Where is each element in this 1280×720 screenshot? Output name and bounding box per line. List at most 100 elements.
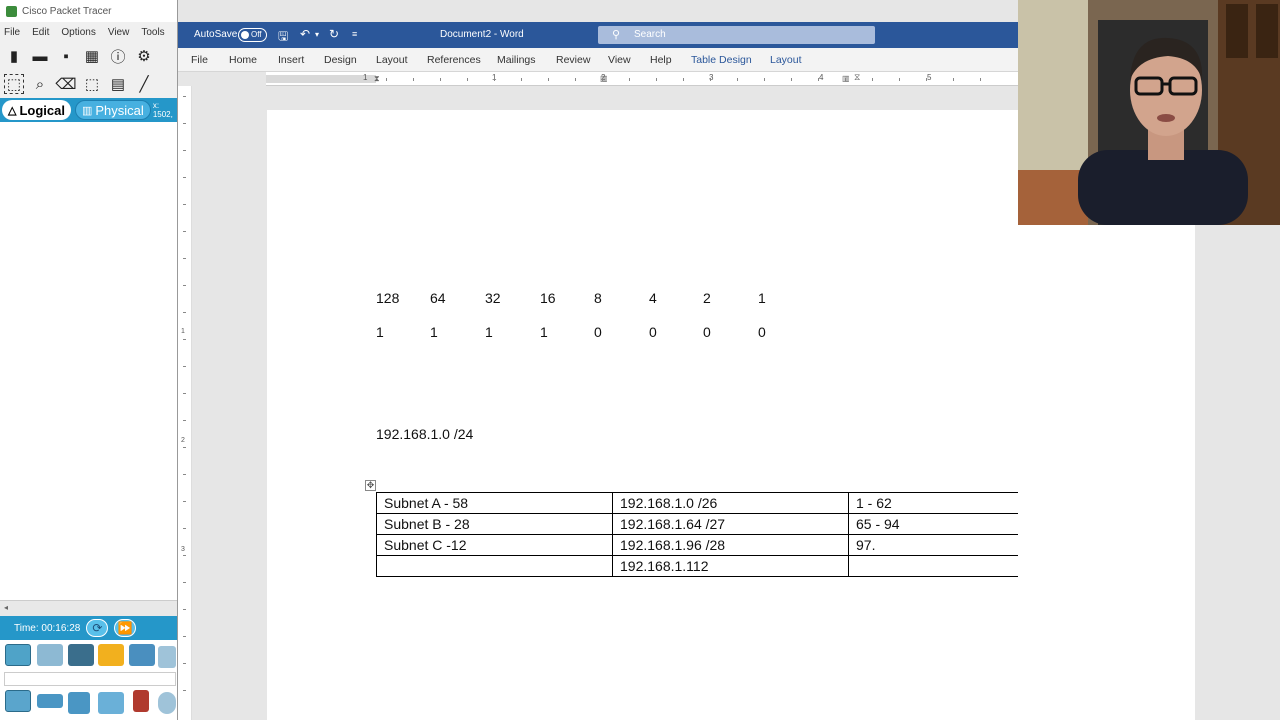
ruler-tick [183, 258, 186, 259]
network-wizard-icon[interactable]: ⚙ [134, 46, 154, 66]
draw-line-icon[interactable]: ╱ [134, 74, 154, 94]
ruler-tick [183, 285, 186, 286]
multiuser-icon[interactable] [158, 646, 176, 668]
mask-bit: 1 [376, 324, 384, 340]
end-devices-icon[interactable] [37, 644, 63, 666]
vertical-ruler[interactable]: 1 2 3 [178, 86, 192, 720]
select-icon[interactable]: ⬚ [4, 74, 24, 94]
pt-menu-view[interactable]: View [108, 27, 130, 38]
pt-toolbar-main: ▮ ▬ ▪ ▦ ⓘ ⚙ [0, 42, 177, 70]
search-placeholder: Search [634, 29, 666, 40]
wireless-icon[interactable] [98, 692, 124, 714]
wan-emulation-icon[interactable] [158, 692, 176, 714]
pt-menu-edit[interactable]: Edit [32, 27, 49, 38]
table-cell[interactable]: 192.168.1.112 [612, 555, 849, 577]
autosave-label: AutoSave [194, 29, 238, 40]
save-icon[interactable]: 🖫 [278, 27, 288, 48]
tab-review[interactable]: Review [556, 54, 590, 66]
new-file-icon[interactable]: ▮ [4, 46, 24, 66]
ruler-tick [818, 78, 819, 81]
tab-view[interactable]: View [608, 54, 631, 66]
tab-file[interactable]: File [191, 54, 208, 66]
bit-value: 1 [758, 290, 766, 306]
inspect-icon[interactable]: ⌕ [30, 74, 50, 94]
delete-icon[interactable]: ⌫ [55, 74, 76, 94]
hub-icon[interactable] [68, 692, 90, 714]
subnet-table[interactable]: Subnet A - 58 192.168.1.0 /26 1 - 62 Sub… [376, 492, 1086, 577]
ruler-tick [413, 78, 414, 81]
ruler-tick [575, 78, 576, 81]
ruler-tick [926, 78, 927, 81]
presenter-video [1018, 0, 1280, 225]
table-cell[interactable]: Subnet A - 58 [376, 492, 613, 514]
pt-menu-file[interactable]: File [4, 27, 20, 38]
pt-workspace-tabs: △ Logical ▥ Physical x: 1502, [0, 98, 177, 122]
ruler-tick [683, 78, 684, 81]
fast-forward-icon[interactable]: ⏩ [114, 619, 137, 637]
tab-logical[interactable]: △ Logical [2, 100, 71, 120]
resize-shape-icon[interactable]: ⬚ [82, 74, 102, 94]
power-cycle-icon[interactable]: ⟳ [86, 619, 109, 637]
pt-menu-tools[interactable]: Tools [141, 27, 164, 38]
table-row: Subnet B - 28 192.168.1.64 /27 65 - 94 [376, 513, 1086, 535]
tab-table-layout[interactable]: Layout [770, 54, 802, 66]
table-cell[interactable]: 192.168.1.96 /28 [612, 534, 849, 556]
mask-bit: 0 [703, 324, 711, 340]
pt-horizontal-scrollbar[interactable]: ◂ [0, 600, 177, 616]
undo-dropdown-icon[interactable]: ▾ [315, 30, 319, 39]
table-cell[interactable]: 192.168.1.0 /26 [612, 492, 849, 514]
router-icon[interactable] [5, 690, 31, 712]
tab-insert[interactable]: Insert [278, 54, 304, 66]
pt-logical-canvas[interactable] [0, 122, 177, 600]
security-icon[interactable] [133, 690, 149, 712]
ruler-tick [602, 78, 603, 81]
table-cell[interactable]: Subnet B - 28 [376, 513, 613, 535]
tab-mailings[interactable]: Mailings [497, 54, 536, 66]
table-cell[interactable]: 192.168.1.64 /27 [612, 513, 849, 535]
tab-references[interactable]: References [427, 54, 481, 66]
screen: Cisco Packet Tracer File Edit Options Vi… [0, 0, 1280, 720]
coordinate-readout: x: 1502, [152, 101, 173, 119]
connections-icon[interactable] [98, 644, 124, 666]
ruler-tick [791, 78, 792, 81]
tab-layout[interactable]: Layout [376, 54, 408, 66]
undo-icon[interactable]: ↶ [300, 27, 310, 41]
ruler-tick [764, 78, 765, 81]
table-row: Subnet C -12 192.168.1.96 /28 97. [376, 534, 1086, 556]
redo-icon[interactable]: ↻ [329, 27, 339, 41]
document-page[interactable] [267, 110, 1018, 720]
bit-value: 2 [703, 290, 711, 306]
tab-help[interactable]: Help [650, 54, 672, 66]
tab-table-design[interactable]: Table Design [691, 54, 752, 66]
mask-bit: 1 [430, 324, 438, 340]
sim-time: Time: 00:16:28 [14, 622, 81, 634]
left-indent-marker[interactable]: ⧗ [374, 74, 380, 84]
note-icon[interactable]: ▤ [108, 74, 128, 94]
print-icon[interactable]: ▦ [82, 46, 102, 66]
tab-home[interactable]: Home [229, 54, 257, 66]
tab-design[interactable]: Design [324, 54, 357, 66]
network-devices-icon[interactable] [5, 644, 31, 666]
document-page-right[interactable] [1018, 225, 1195, 720]
switch-icon[interactable] [37, 694, 63, 708]
search-box[interactable]: ⚲ Search [598, 26, 875, 44]
info-icon[interactable]: ⓘ [108, 46, 128, 66]
pt-menu-options[interactable]: Options [61, 27, 95, 38]
save-icon[interactable]: ▪ [56, 46, 76, 66]
components-icon[interactable] [68, 644, 94, 666]
scroll-left-icon[interactable]: ◂ [4, 603, 8, 612]
packet-tracer-logo-icon [6, 5, 17, 17]
table-cell[interactable] [376, 555, 613, 577]
bit-value: 16 [540, 290, 556, 306]
miscellaneous-icon[interactable] [129, 644, 155, 666]
right-indent-marker[interactable]: ⧖ [854, 72, 860, 83]
ruler-left-margin [266, 75, 376, 83]
open-folder-icon[interactable]: ▬ [30, 46, 50, 66]
customize-toolbar-icon[interactable]: ≡ [352, 29, 357, 39]
horizontal-ruler[interactable]: 1 1 2 3 4 5 ⧗ ▥ ▥ ⧖ [266, 72, 1018, 86]
tab-physical[interactable]: ▥ Physical [74, 100, 151, 120]
table-move-handle-icon[interactable]: ✥ [365, 480, 376, 491]
ruler-tick [183, 420, 186, 421]
table-cell[interactable]: Subnet C -12 [376, 534, 613, 556]
autosave-toggle[interactable]: Off [238, 28, 267, 42]
